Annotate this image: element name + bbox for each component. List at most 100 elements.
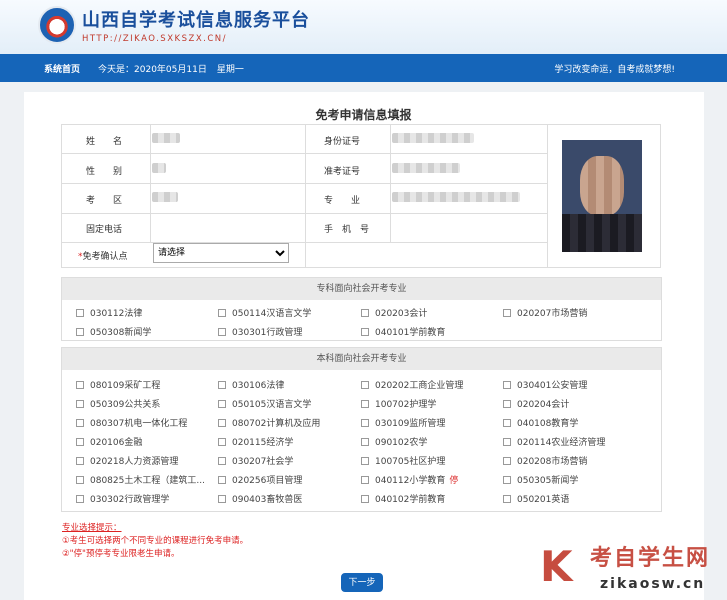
- watermark-title: 考自学生网: [590, 546, 711, 571]
- checkbox[interactable]: [76, 437, 84, 446]
- junior-major-option[interactable]: 050308新闻学: [76, 325, 151, 338]
- junior-major-option[interactable]: 050114汉语言文学: [218, 306, 311, 319]
- checkbox[interactable]: [503, 437, 511, 446]
- checkbox[interactable]: [503, 308, 511, 317]
- checkbox[interactable]: [76, 475, 84, 484]
- bachelor-major-option[interactable]: 090403畜牧兽医: [218, 492, 302, 505]
- bachelor-major-option[interactable]: 040102学前教育: [361, 492, 445, 505]
- checkbox[interactable]: [76, 494, 84, 503]
- checkbox[interactable]: [361, 418, 369, 427]
- bachelor-major-option[interactable]: 020218人力资源管理: [76, 454, 178, 467]
- checkbox[interactable]: [218, 475, 226, 484]
- bachelor-major-option[interactable]: 090102农学: [361, 435, 427, 448]
- checkbox[interactable]: [361, 327, 369, 336]
- site-header: 山西自学考试信息服务平台 HTTP://ZIKAO.SXKSZX.CN/: [0, 0, 727, 54]
- bachelor-major-option[interactable]: 080825土木工程（建筑工...: [76, 473, 205, 486]
- form-title: 免考申请信息填报: [315, 108, 412, 122]
- checkbox[interactable]: [503, 418, 511, 427]
- checkbox[interactable]: [361, 494, 369, 503]
- junior-major-option[interactable]: 030301行政管理: [218, 325, 302, 338]
- emblem-icon: [38, 6, 76, 44]
- checkbox[interactable]: [218, 399, 226, 408]
- checkbox[interactable]: [218, 380, 226, 389]
- bachelor-major-option[interactable]: 020115经济学: [218, 435, 293, 448]
- bachelor-major-option[interactable]: 030207社会学: [218, 454, 293, 467]
- bachelor-major-option[interactable]: 030109监所管理: [361, 416, 445, 429]
- checkbox[interactable]: [76, 399, 84, 408]
- checkbox[interactable]: [361, 456, 369, 465]
- checkbox[interactable]: [503, 494, 511, 503]
- checkbox[interactable]: [503, 399, 511, 408]
- checkbox[interactable]: [218, 418, 226, 427]
- bachelor-major-option[interactable]: 050305新闻学: [503, 473, 578, 486]
- bachelor-major-option[interactable]: 030106法律: [218, 378, 284, 391]
- bachelor-major-option[interactable]: 020208市场营销: [503, 454, 587, 467]
- site-logo[interactable]: 山西自学考试信息服务平台 HTTP://ZIKAO.SXKSZX.CN/: [38, 6, 310, 44]
- checkbox[interactable]: [361, 399, 369, 408]
- nav-home-link[interactable]: 系统首页: [44, 62, 80, 75]
- checkbox[interactable]: [218, 456, 226, 465]
- label-confirm-point: *免考确认点: [78, 252, 128, 262]
- bachelor-major-option[interactable]: 040112小学教育停: [361, 473, 458, 486]
- bachelor-major-option[interactable]: 050105汉语言文学: [218, 397, 311, 410]
- junior-major-option[interactable]: 020207市场营销: [503, 306, 587, 319]
- bachelor-major-option[interactable]: 050309公共关系: [76, 397, 160, 410]
- bachelor-major-option[interactable]: 020204会计: [503, 397, 569, 410]
- top-navbar: 系统首页 今天是：2020年05月11日 星期一 学习改变命运，自考成就梦想!: [0, 54, 727, 82]
- checkbox[interactable]: [76, 456, 84, 465]
- checkbox[interactable]: [503, 456, 511, 465]
- checkbox[interactable]: [218, 308, 226, 317]
- bachelor-major-option[interactable]: 020256项目管理: [218, 473, 302, 486]
- bachelor-major-option[interactable]: 050201英语: [503, 492, 569, 505]
- bachelor-major-option[interactable]: 080109采矿工程: [76, 378, 160, 391]
- checkbox[interactable]: [76, 418, 84, 427]
- checkbox[interactable]: [76, 327, 84, 336]
- label-gender: 性 别: [86, 167, 123, 177]
- checkbox[interactable]: [503, 475, 511, 484]
- bachelor-major-option[interactable]: 100702护理学: [361, 397, 436, 410]
- junior-major-option[interactable]: 030112法律: [76, 306, 142, 319]
- applicant-photo: [562, 140, 642, 252]
- bachelor-major-option[interactable]: 040108教育学: [503, 416, 578, 429]
- current-weekday: 星期一: [216, 64, 244, 75]
- checkbox[interactable]: [76, 380, 84, 389]
- checkbox[interactable]: [218, 437, 226, 446]
- bachelor-major-option[interactable]: 030302行政管理学: [76, 492, 169, 505]
- bachelor-major-option[interactable]: 020106金融: [76, 435, 142, 448]
- bachelor-major-option[interactable]: 100705社区护理: [361, 454, 445, 467]
- label-major: 专 业: [324, 196, 361, 206]
- stop-badge: 停: [449, 476, 459, 486]
- checkbox[interactable]: [218, 327, 226, 336]
- label-mobile: 手 机 号: [324, 225, 370, 235]
- label-district: 考 区: [86, 196, 123, 206]
- slogan: 学习改变命运，自考成就梦想!: [554, 64, 675, 75]
- bachelor-major-option[interactable]: 020114农业经济管理: [503, 435, 605, 448]
- site-watermark: K 考自学生网 zikaosw.cn: [540, 538, 720, 598]
- current-date: 今天是：2020年05月11日: [98, 64, 207, 75]
- junior-major-option[interactable]: 020203会计: [361, 306, 427, 319]
- watermark-url: zikaosw.cn: [600, 576, 706, 592]
- next-step-button[interactable]: 下一步: [341, 573, 383, 592]
- junior-section-title: 专科面向社会开考专业: [62, 278, 661, 300]
- checkbox[interactable]: [361, 380, 369, 389]
- bachelor-major-option[interactable]: 080702计算机及应用: [218, 416, 320, 429]
- bachelor-section-title: 本科面向社会开考专业: [62, 348, 661, 370]
- watermark-logo-letter: K: [540, 542, 573, 591]
- redacted-exam-number: [392, 163, 460, 173]
- checkbox[interactable]: [361, 437, 369, 446]
- checkbox[interactable]: [76, 308, 84, 317]
- label-exam-number: 准考证号: [324, 167, 361, 177]
- checkbox[interactable]: [218, 494, 226, 503]
- checkbox[interactable]: [361, 308, 369, 317]
- redacted-major: [392, 192, 520, 202]
- tips-line-1: ①考生可选择两个不同专业的课程进行免考申请。: [62, 536, 249, 546]
- bachelor-major-option[interactable]: 020202工商企业管理: [361, 378, 463, 391]
- bachelor-major-option[interactable]: 080307机电一体化工程: [76, 416, 187, 429]
- confirm-point-select[interactable]: 请选择: [153, 243, 289, 263]
- tips-heading: 专业选择提示：: [62, 523, 122, 533]
- checkbox[interactable]: [361, 475, 369, 484]
- junior-major-option[interactable]: 040101学前教育: [361, 325, 445, 338]
- bachelor-major-option[interactable]: 030401公安管理: [503, 378, 587, 391]
- label-name: 姓 名: [86, 137, 123, 147]
- checkbox[interactable]: [503, 380, 511, 389]
